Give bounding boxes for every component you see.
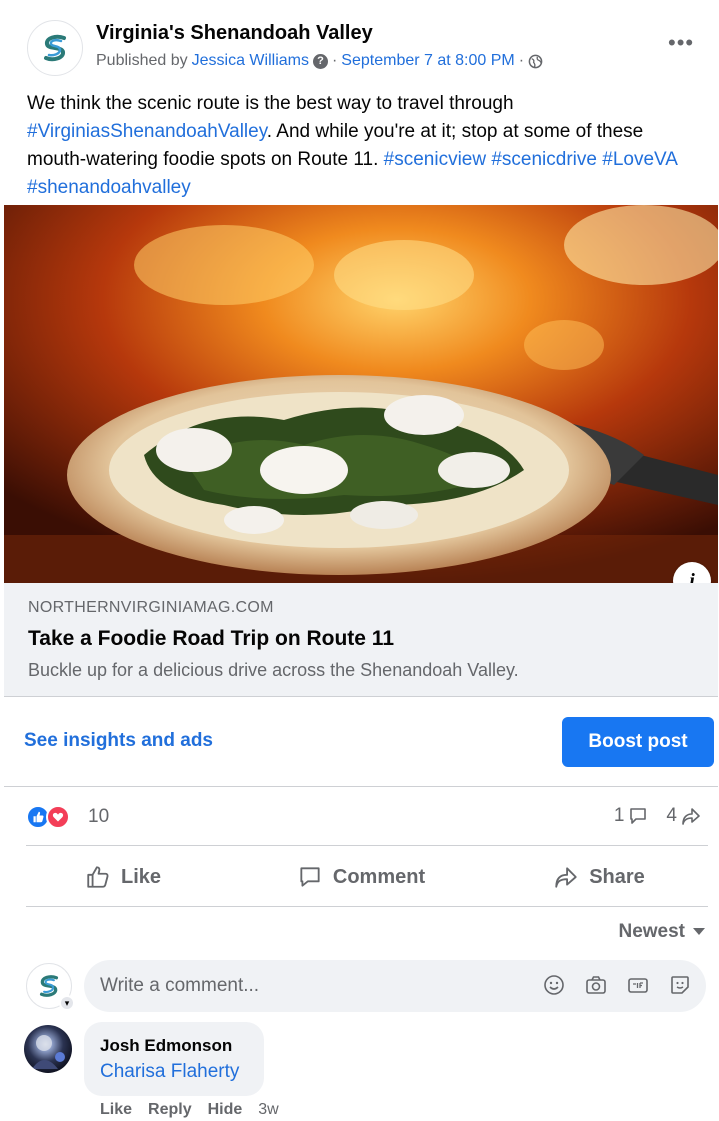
share-count[interactable]: 4 xyxy=(666,805,677,827)
comment-count-icon xyxy=(630,808,647,824)
share-button[interactable]: Share xyxy=(480,855,718,899)
published-by-label: Published by xyxy=(96,52,188,69)
preview-title[interactable]: Take a Foodie Road Trip on Route 11 xyxy=(28,627,394,651)
share-count-icon xyxy=(682,808,700,825)
thumbs-up-icon xyxy=(87,866,109,888)
link-preview[interactable]: NORTHERNVIRGINIAMAG.COM Take a Foodie Ro… xyxy=(4,583,718,697)
like-label: Like xyxy=(120,865,162,888)
comment-bubble: Josh Edmonson Charisa Flaherty xyxy=(84,1022,264,1096)
hashtag-link[interactable]: #scenicdrive xyxy=(491,149,597,170)
divider xyxy=(4,786,718,787)
chevron-down-icon[interactable]: ▾ xyxy=(59,995,75,1011)
sort-label: Newest xyxy=(618,921,685,942)
share-icon xyxy=(555,867,577,888)
comment-button[interactable]: Comment xyxy=(242,855,480,899)
divider xyxy=(26,845,708,846)
meta-separator: · xyxy=(331,52,338,69)
comment-sort-dropdown[interactable]: Newest xyxy=(618,921,705,943)
josh-avatar[interactable] xyxy=(24,1025,72,1073)
post-actions: Like Comment Share xyxy=(4,855,718,899)
gif-icon[interactable] xyxy=(626,973,650,997)
sticker-icon[interactable] xyxy=(668,973,692,997)
comment-input[interactable] xyxy=(98,974,522,998)
reaction-count[interactable]: 10 xyxy=(88,806,109,828)
author-link[interactable]: Jessica Williams xyxy=(192,52,309,70)
like-button[interactable]: Like xyxy=(4,855,242,899)
comment-count[interactable]: 1 xyxy=(614,805,625,827)
preview-description: Buckle up for a delicious drive across t… xyxy=(28,660,519,680)
globe-icon xyxy=(528,54,543,68)
shenandoah-logo-icon xyxy=(39,975,59,997)
reaction-icons[interactable] xyxy=(26,805,70,829)
boost-post-button[interactable]: Boost post xyxy=(562,717,714,767)
post-meta: Published by Jessica Williams ? · Septem… xyxy=(96,52,543,70)
composer-icons xyxy=(542,973,692,997)
comment-reply-button[interactable]: Reply xyxy=(148,1101,192,1119)
see-insights-link[interactable]: See insights and ads xyxy=(24,730,213,752)
comment-hide-button[interactable]: Hide xyxy=(208,1101,243,1119)
post-body: We think the scenic route is the best wa… xyxy=(27,90,697,202)
question-icon[interactable]: ? xyxy=(312,53,328,69)
hashtag-link[interactable]: #scenicview xyxy=(384,149,486,170)
comment-actions: Like Reply Hide 3w xyxy=(100,1101,279,1119)
hashtag-link[interactable]: #shenandoahvalley xyxy=(27,177,191,198)
comment-label: Comment xyxy=(332,865,426,888)
page-name[interactable]: Virginia's Shenandoah Valley xyxy=(96,22,373,45)
comment-icon xyxy=(300,867,320,887)
emoji-icon[interactable] xyxy=(542,973,566,997)
hashtag-link[interactable]: #LoveVA xyxy=(602,149,677,170)
comment-composer xyxy=(84,960,706,1012)
comment-timestamp[interactable]: 3w xyxy=(258,1101,278,1119)
comment-author[interactable]: Josh Edmonson xyxy=(100,1036,232,1056)
preview-domain: NORTHERNVIRGINIAMAG.COM xyxy=(28,599,274,616)
comment-like-button[interactable]: Like xyxy=(100,1101,132,1119)
meta-separator-2: · xyxy=(518,52,525,69)
caret-down-icon xyxy=(693,928,705,935)
more-options-icon[interactable]: ••• xyxy=(668,30,694,56)
comment-tag-link[interactable]: Charisa Flaherty xyxy=(100,1061,239,1083)
share-label: Share xyxy=(589,865,645,888)
divider xyxy=(26,906,708,907)
post-text: We think the scenic route is the best wa… xyxy=(27,93,514,114)
shenandoah-logo-icon xyxy=(44,34,66,62)
camera-icon[interactable] xyxy=(584,973,608,997)
hashtag-link[interactable]: #VirginiasShenandoahValley xyxy=(27,121,267,142)
page-avatar[interactable] xyxy=(27,20,83,76)
comment-share-counts: 1 4 xyxy=(614,805,701,827)
love-reaction-icon xyxy=(46,805,70,829)
post-image-pizza[interactable] xyxy=(4,205,718,583)
post-date-link[interactable]: September 7 at 8:00 PM xyxy=(341,52,514,70)
